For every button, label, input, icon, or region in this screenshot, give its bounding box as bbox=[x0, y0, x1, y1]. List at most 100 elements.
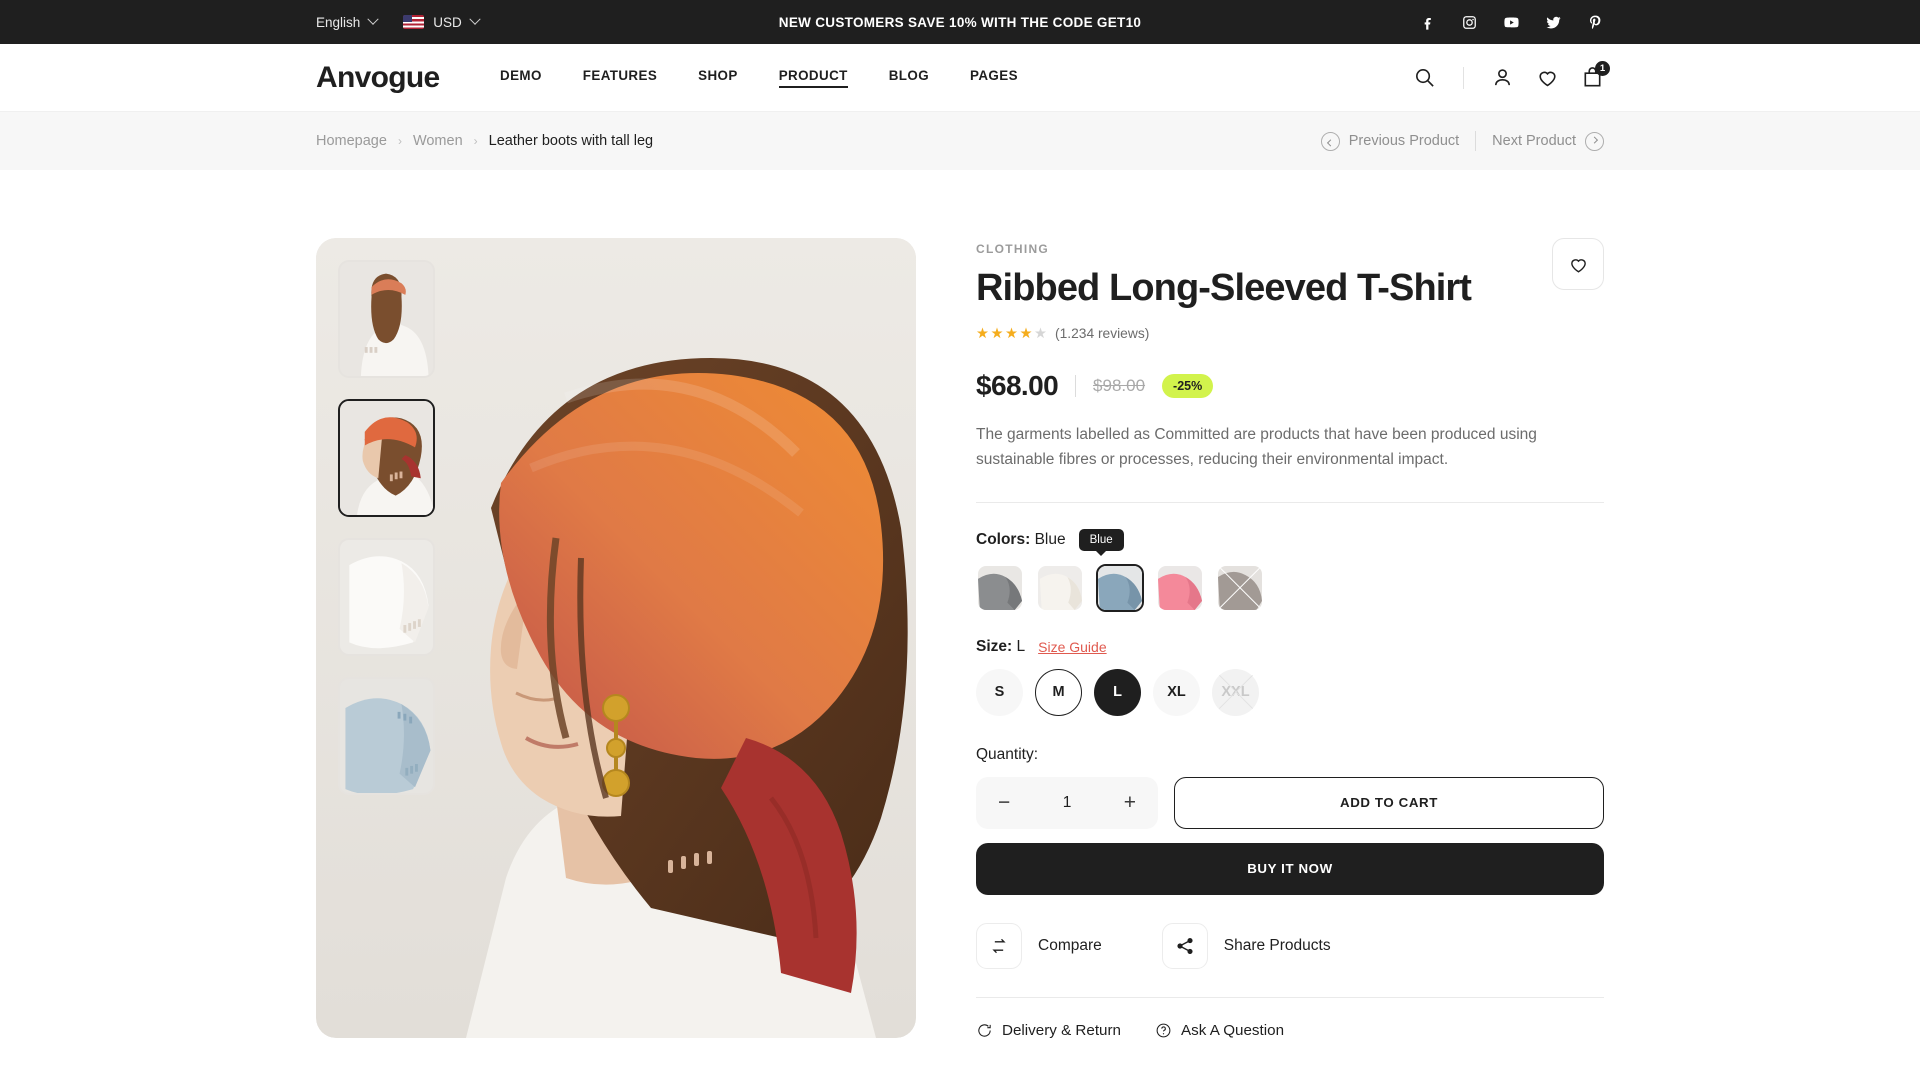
add-to-cart-button[interactable]: ADD TO CART bbox=[1174, 776, 1604, 829]
account-icon[interactable] bbox=[1491, 66, 1514, 89]
size-label-row: Size: L Size Guide bbox=[976, 638, 1604, 656]
current-price: $68.00 bbox=[976, 369, 1059, 401]
page-title: Ribbed Long-Sleeved T-Shirt bbox=[976, 267, 1472, 309]
size-option-xxl[interactable]: XXL bbox=[1212, 668, 1259, 716]
chevron-left-circle-icon bbox=[1320, 131, 1340, 151]
star-icon: ★ bbox=[1005, 325, 1018, 342]
nav-item-shop[interactable]: SHOP bbox=[698, 68, 738, 87]
colors-label: Colors: Blue bbox=[976, 530, 1066, 548]
nav-item-product[interactable]: PRODUCT bbox=[778, 68, 848, 88]
quantity-label: Quantity: bbox=[976, 745, 1039, 763]
heart-icon bbox=[1570, 258, 1586, 273]
search-icon[interactable] bbox=[1413, 66, 1436, 89]
nav-item-pages[interactable]: PAGES bbox=[970, 68, 1018, 87]
compare-label: Compare bbox=[1038, 936, 1102, 954]
product-description: The garments labelled as Committed are p… bbox=[976, 425, 1537, 468]
color-swatch-gray[interactable] bbox=[976, 564, 1024, 612]
price-divider bbox=[1075, 374, 1077, 397]
gallery-thumb-2[interactable] bbox=[338, 538, 435, 656]
add-to-wishlist-button[interactable] bbox=[1552, 238, 1604, 290]
nav-item-demo[interactable]: DEMO bbox=[500, 68, 542, 87]
quantity-value[interactable]: 1 bbox=[1063, 794, 1072, 812]
next-product-button[interactable]: Next Product bbox=[1492, 131, 1604, 151]
language-selector[interactable]: English bbox=[316, 13, 379, 30]
original-price: $98.00 bbox=[1093, 375, 1146, 395]
review-count[interactable]: (1.234 reviews) bbox=[1055, 326, 1149, 341]
size-option-m[interactable]: M bbox=[1035, 668, 1082, 716]
buy-it-now-button[interactable]: BUY IT NOW bbox=[976, 842, 1604, 895]
nav-item-blog[interactable]: BLOG bbox=[889, 68, 929, 87]
size-option-l[interactable]: L bbox=[1094, 668, 1141, 716]
color-swatch-pink[interactable] bbox=[1156, 564, 1204, 612]
cart-row: − 1 + ADD TO CART bbox=[976, 776, 1604, 829]
star-icon: ★ bbox=[1034, 325, 1047, 342]
star-icon: ★ bbox=[976, 325, 989, 342]
gallery-thumb-0[interactable] bbox=[338, 260, 435, 378]
share-icon bbox=[1161, 922, 1208, 969]
youtube-icon[interactable] bbox=[1503, 14, 1520, 31]
compare-icon bbox=[976, 922, 1022, 969]
size-option-s[interactable]: S bbox=[976, 668, 1023, 716]
secondary-actions: Compare Share Products bbox=[976, 922, 1604, 969]
size-label: Size: L bbox=[976, 637, 1026, 655]
price-row: $68.00 $98.00 -25% bbox=[976, 370, 1604, 402]
us-flag-icon bbox=[403, 15, 425, 29]
header-divider bbox=[1463, 66, 1464, 89]
color-swatch-taupe[interactable] bbox=[1216, 564, 1264, 612]
product-pagination: Previous Product Next Product bbox=[1320, 131, 1604, 151]
star-icon: ★ bbox=[1019, 325, 1033, 342]
facebook-icon[interactable] bbox=[1419, 14, 1436, 31]
ask-a-question-label: Ask A Question bbox=[1181, 1021, 1285, 1039]
quantity-increase-button[interactable]: + bbox=[1124, 792, 1136, 813]
question-circle-icon bbox=[1156, 1023, 1171, 1038]
main-navigation: DEMO FEATURES SHOP PRODUCT BLOG PAGES bbox=[500, 68, 1018, 88]
compare-button[interactable]: Compare bbox=[976, 922, 1102, 969]
instagram-icon[interactable] bbox=[1461, 14, 1478, 31]
estimated-delivery: Estimated Delivery: 14 January - 18 Janu… bbox=[976, 1057, 1604, 1082]
nav-item-features[interactable]: FEATURES bbox=[583, 68, 657, 87]
social-links bbox=[1419, 14, 1604, 31]
previous-product-button[interactable]: Previous Product bbox=[1320, 131, 1460, 151]
color-swatch-white[interactable] bbox=[1036, 564, 1084, 612]
site-logo[interactable]: Anvogue bbox=[316, 61, 440, 95]
share-products-button[interactable]: Share Products bbox=[1161, 922, 1331, 969]
topbar-selectors: English USD bbox=[316, 13, 481, 30]
delivery-return-link[interactable]: Delivery & Return bbox=[976, 1022, 1121, 1039]
product-gallery bbox=[316, 238, 916, 1038]
breadcrumb-women[interactable]: Women bbox=[413, 133, 463, 149]
product-category: CLOTHING bbox=[976, 242, 1050, 256]
discount-badge: -25% bbox=[1162, 373, 1214, 398]
currency-selector[interactable]: USD bbox=[403, 13, 481, 30]
breadcrumb-bar: Homepage › Women › Leather boots with ta… bbox=[0, 112, 1920, 170]
delivery-return-label: Delivery & Return bbox=[1002, 1021, 1122, 1039]
twitter-icon[interactable] bbox=[1545, 14, 1562, 31]
currency-label: USD bbox=[433, 14, 462, 30]
size-option-xl[interactable]: XL bbox=[1153, 668, 1200, 716]
quantity-decrease-button[interactable]: − bbox=[998, 792, 1010, 813]
breadcrumb-homepage[interactable]: Homepage bbox=[316, 133, 387, 149]
chevron-right-icon: › bbox=[397, 134, 402, 148]
rating-stars: ★ ★ ★ ★ ★ bbox=[976, 326, 1047, 342]
ask-a-question-link[interactable]: Ask A Question bbox=[1155, 1022, 1284, 1039]
wishlist-icon[interactable] bbox=[1536, 66, 1559, 89]
size-options: S M L XL XXL bbox=[976, 668, 1604, 716]
share-label: Share Products bbox=[1223, 936, 1331, 954]
gallery-thumbnails bbox=[338, 260, 435, 795]
top-announcement-bar: English USD NEW CUSTOMERS SAVE 10% WITH … bbox=[0, 0, 1920, 44]
gallery-thumb-1[interactable] bbox=[338, 399, 435, 517]
breadcrumb-current: Leather boots with tall leg bbox=[488, 133, 654, 149]
pinterest-icon[interactable] bbox=[1587, 14, 1604, 31]
colors-label-row: Colors: Blue Blue bbox=[976, 528, 1604, 551]
product-info-panel: CLOTHING Ribbed Long-Sleeved T-Shirt ★ ★ ★… bbox=[976, 238, 1604, 1082]
cart-icon[interactable]: 1 bbox=[1581, 61, 1610, 89]
chevron-right-icon: › bbox=[473, 134, 478, 148]
promo-message: NEW CUSTOMERS SAVE 10% WITH THE CODE GET… bbox=[778, 14, 1142, 30]
size-guide-link[interactable]: Size Guide bbox=[1038, 639, 1106, 655]
gallery-thumb-3[interactable] bbox=[338, 677, 435, 795]
language-label: English bbox=[316, 14, 361, 30]
color-swatch-blue[interactable] bbox=[1096, 563, 1144, 612]
divider bbox=[976, 501, 1604, 503]
previous-product-label: Previous Product bbox=[1348, 133, 1460, 149]
next-product-label: Next Product bbox=[1492, 133, 1576, 149]
chevron-down-icon bbox=[469, 13, 481, 25]
